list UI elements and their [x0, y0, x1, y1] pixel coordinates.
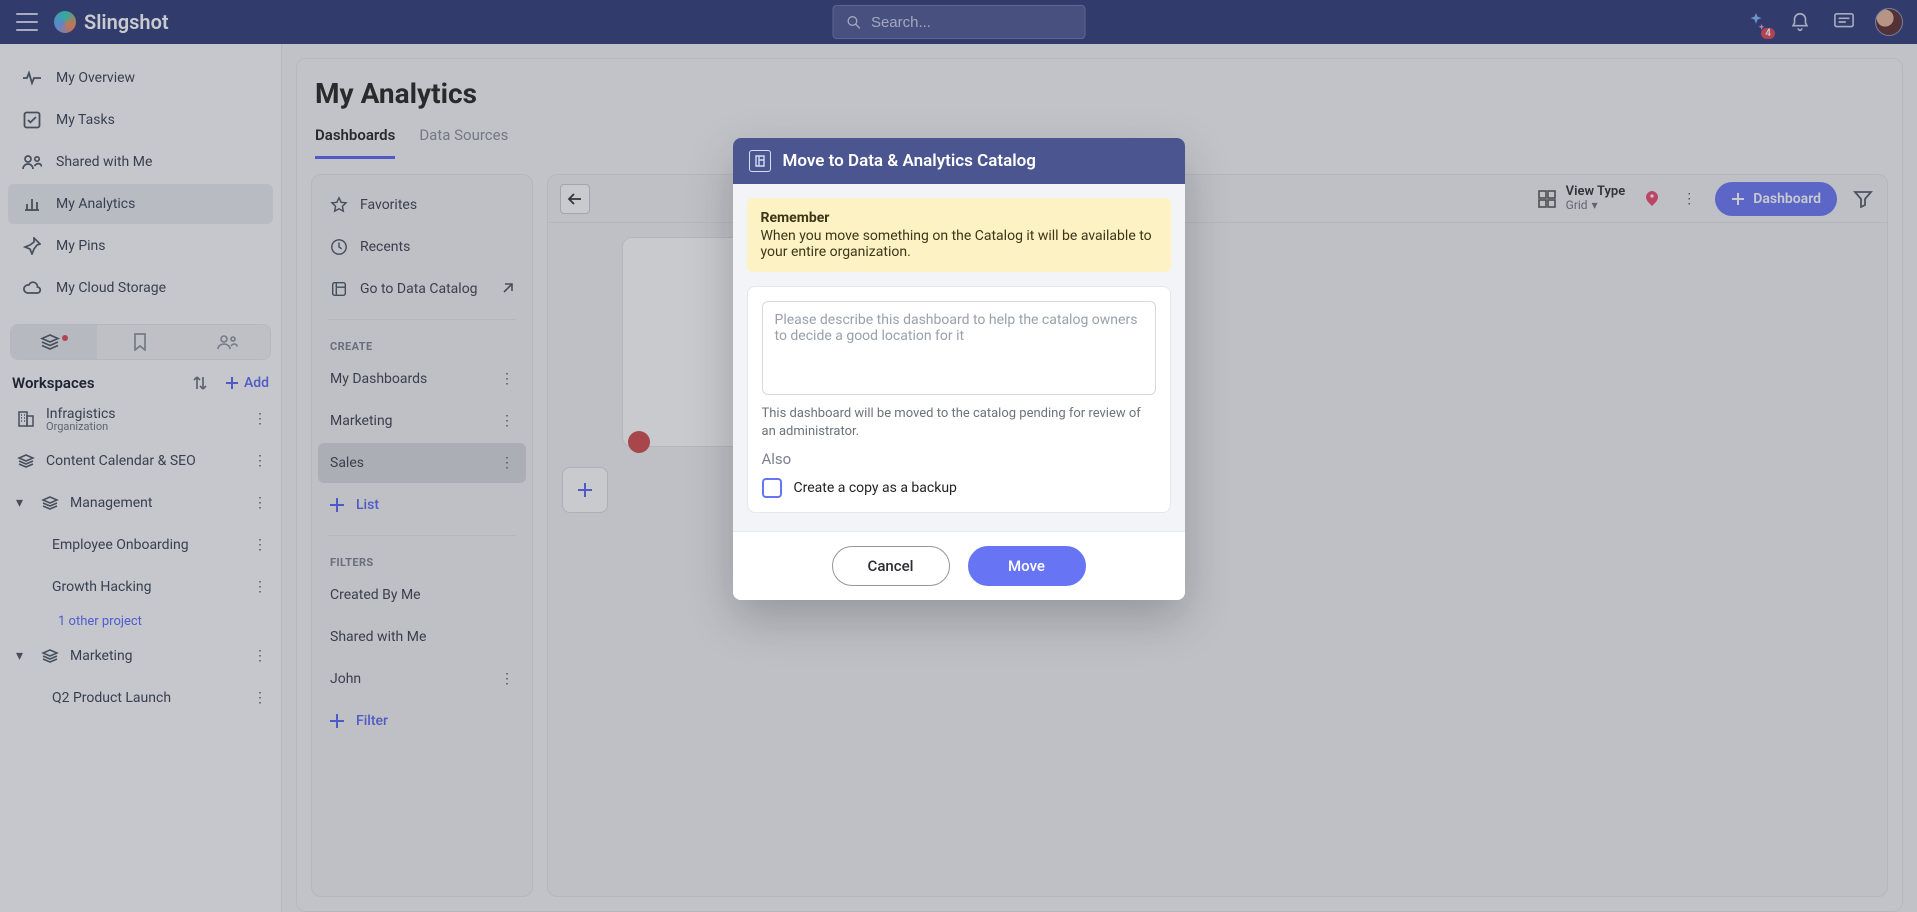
modal-note: Remember When you move something on the …: [747, 198, 1171, 272]
note-title: Remember: [761, 210, 1157, 226]
move-to-catalog-modal: Move to Data & Analytics Catalog Remembe…: [733, 138, 1185, 600]
cancel-button[interactable]: Cancel: [832, 546, 950, 586]
modal-title: Move to Data & Analytics Catalog: [783, 151, 1036, 171]
modal-hint: This dashboard will be moved to the cata…: [762, 405, 1156, 440]
also-label: Also: [762, 450, 1156, 468]
modal-overlay: Move to Data & Analytics Catalog Remembe…: [0, 0, 1917, 912]
modal-header: Move to Data & Analytics Catalog: [733, 138, 1185, 184]
note-body: When you move something on the Catalog i…: [761, 228, 1157, 260]
backup-checkbox-row[interactable]: Create a copy as a backup: [762, 478, 1156, 498]
catalog-icon: [749, 150, 771, 172]
modal-actions: Cancel Move: [733, 531, 1185, 600]
modal-form: This dashboard will be moved to the cata…: [747, 286, 1171, 513]
checkbox-label: Create a copy as a backup: [794, 480, 957, 496]
description-textarea[interactable]: [762, 301, 1156, 395]
move-button[interactable]: Move: [968, 546, 1086, 586]
checkbox-icon[interactable]: [762, 478, 782, 498]
